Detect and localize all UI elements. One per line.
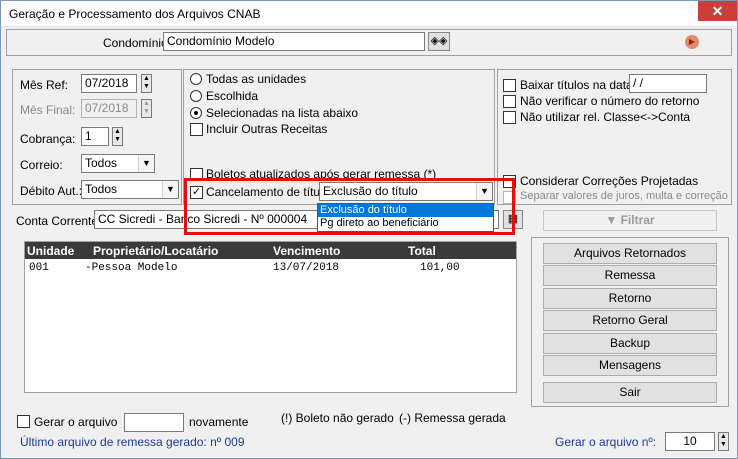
filter-icon: ▼: [605, 213, 621, 227]
novamente-label: novamente: [189, 415, 249, 429]
mes-ref-label: Mês Ref:: [20, 78, 69, 92]
cobranca-spinner[interactable]: ▲ ▼: [112, 127, 123, 146]
debito-value: Todos: [85, 182, 118, 196]
units-table: Unidade Proprietário/Locatário Venciment…: [24, 241, 517, 393]
filtrar-button[interactable]: ▼ Filtrar: [543, 210, 717, 231]
gerar-n-spinner[interactable]: ▲ ▼: [718, 432, 729, 451]
retorno-button[interactable]: Retorno: [543, 288, 717, 309]
remessa-button[interactable]: Remessa: [543, 265, 717, 286]
mes-ref-input[interactable]: 07/2018: [81, 74, 137, 93]
gerar-n-input[interactable]: 10: [665, 432, 715, 451]
radio-todas[interactable]: [190, 73, 202, 85]
baixar-date-input[interactable]: / /: [629, 74, 707, 93]
debito-label: Débito Aut.:: [20, 184, 83, 198]
table-header: Unidade Proprietário/Locatário Venciment…: [25, 242, 516, 259]
cell-proprietario: -Pessoa Modelo: [85, 262, 178, 274]
title-bar: Geração e Processamento dos Arquivos CNA…: [1, 1, 737, 27]
todas-label: Todas as unidades: [206, 72, 307, 86]
considerar-label: Considerar Correções Projetadas: [520, 174, 699, 188]
window-title: Geração e Processamento dos Arquivos CNA…: [9, 7, 261, 21]
arquivos-retornados-button[interactable]: Arquivos Retornados: [543, 243, 717, 264]
sair-button[interactable]: Sair: [543, 382, 717, 403]
play-icon[interactable]: ▶: [685, 35, 699, 49]
correio-label: Correio:: [20, 158, 63, 172]
debito-select[interactable]: Todos ▼: [81, 180, 179, 199]
close-button[interactable]: ✕: [698, 1, 737, 21]
gerar-label: Gerar o arquivo: [34, 415, 118, 429]
header-proprietario: Proprietário/Locatário: [93, 244, 219, 258]
header-vencimento: Vencimento: [273, 244, 341, 258]
correio-value: Todos: [85, 156, 118, 170]
baixar-label: Baixar títulos na data:: [520, 78, 637, 92]
nao-utilizar-checkbox[interactable]: [503, 111, 516, 124]
backup-button[interactable]: Backup: [543, 333, 717, 354]
chevron-down-icon: ▼: [162, 181, 178, 198]
incluir-label: Incluir Outras Receitas: [206, 122, 328, 136]
nao-verificar-label: Não verificar o número do retorno: [520, 94, 700, 108]
binoculars-icon[interactable]: ◈◈: [428, 32, 450, 51]
cell-unidade: 001: [29, 262, 49, 274]
incluir-checkbox[interactable]: [190, 123, 203, 136]
mes-final-spinner[interactable]: ▲ ▼: [141, 99, 152, 118]
retorno-geral-button[interactable]: Retorno Geral: [543, 310, 717, 331]
chevron-down-icon: ▼: [138, 155, 154, 172]
nao-verificar-checkbox[interactable]: [503, 95, 516, 108]
mes-final-input[interactable]: 07/2018: [81, 99, 137, 118]
separar-label: Separar valores de juros, multa e correç…: [520, 190, 728, 202]
boleto-nao-gerado-label: (!) Boleto não gerado: [281, 411, 394, 425]
mes-final-label: Mês Final:: [20, 103, 76, 117]
cell-total: 101,00: [420, 262, 460, 274]
cell-vencimento: 13/07/2018: [273, 262, 340, 274]
condominio-label: Condomínio:: [103, 36, 172, 50]
gerar-checkbox[interactable]: [17, 415, 30, 428]
selecionadas-label: Selecionadas na lista abaixo: [206, 106, 359, 120]
correio-select[interactable]: Todos ▼: [81, 154, 155, 173]
baixar-checkbox[interactable]: [503, 79, 516, 92]
filtrar-label: Filtrar: [620, 213, 655, 227]
radio-selecionadas[interactable]: [190, 107, 202, 119]
highlight-box: [184, 178, 515, 235]
radio-escolhida[interactable]: [190, 90, 202, 102]
cobranca-label: Cobrança:: [20, 132, 76, 146]
gerar-n-label: Gerar o arquivo nº:: [555, 435, 657, 449]
header-total: Total: [408, 244, 436, 258]
gerar-input[interactable]: [124, 413, 184, 432]
main-window: Geração e Processamento dos Arquivos CNA…: [0, 0, 738, 459]
condominio-input[interactable]: Condomínio Modelo: [163, 32, 425, 51]
mensagens-button[interactable]: Mensagens: [543, 355, 717, 376]
nao-utilizar-label: Não utilizar rel. Classe<->Conta: [520, 110, 691, 124]
ultimo-arquivo-label: Último arquivo de remessa gerado: nº 009: [20, 435, 245, 449]
escolhida-label: Escolhida: [206, 89, 259, 103]
conta-label: Conta Corrente:: [16, 214, 102, 228]
mes-ref-spinner[interactable]: ▲ ▼: [141, 74, 152, 93]
cobranca-input[interactable]: 1: [81, 127, 109, 146]
header-unidade: Unidade: [27, 244, 75, 258]
remessa-gerada-label: (-) Remessa gerada: [399, 411, 506, 425]
